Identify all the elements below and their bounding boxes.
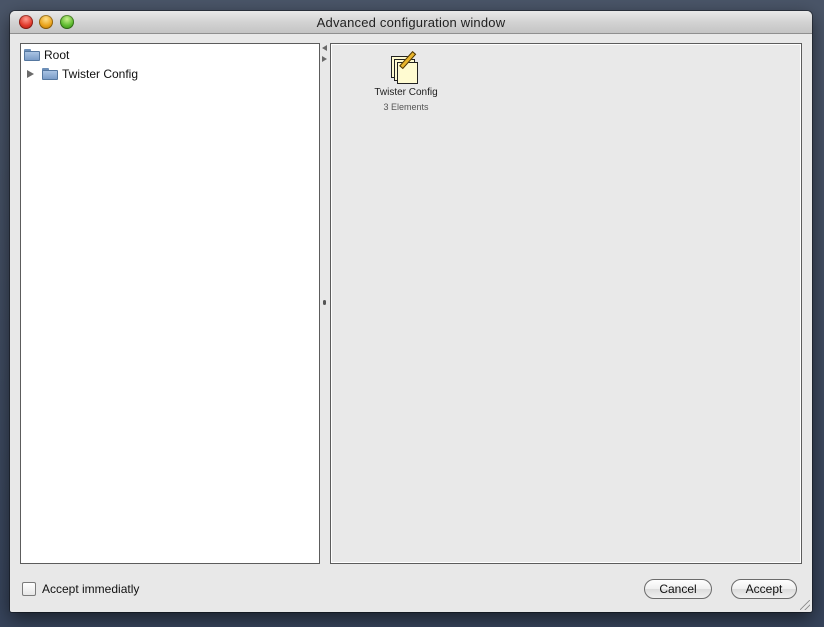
collapse-left-arrow-icon[interactable] bbox=[322, 45, 327, 51]
content-item-label: Twister Config bbox=[374, 87, 438, 98]
tree-item-label: Twister Config bbox=[62, 67, 139, 81]
title-bar[interactable]: Advanced configuration window bbox=[10, 11, 812, 34]
footer: Accept immediatly Cancel Accept bbox=[10, 567, 812, 612]
split-pane-divider[interactable] bbox=[320, 43, 330, 564]
divider-grip-icon[interactable] bbox=[323, 300, 326, 305]
cancel-button[interactable]: Cancel bbox=[644, 579, 712, 599]
window-title: Advanced configuration window bbox=[316, 15, 506, 30]
folder-icon bbox=[42, 68, 58, 80]
notes-pencil-icon bbox=[389, 50, 423, 84]
folder-icon bbox=[24, 49, 40, 61]
content-panel[interactable]: Twister Config 3 Elements bbox=[330, 43, 802, 564]
resize-grip-icon[interactable] bbox=[800, 600, 810, 610]
desktop: Advanced configuration window Root Twist… bbox=[0, 0, 824, 627]
disclosure-triangle-icon[interactable] bbox=[27, 70, 34, 78]
accept-immediately-label: Accept immediatly bbox=[42, 582, 140, 596]
accept-immediately-option[interactable]: Accept immediatly bbox=[22, 582, 139, 596]
tree-item-root[interactable]: Root bbox=[24, 46, 69, 64]
content-item-twister-config[interactable]: Twister Config 3 Elements bbox=[369, 50, 443, 112]
collapse-right-arrow-icon[interactable] bbox=[322, 56, 327, 62]
advanced-config-window: Advanced configuration window Root Twist… bbox=[10, 11, 812, 612]
tree-item-label: Root bbox=[44, 48, 70, 62]
tree-item-twister-config[interactable]: Twister Config bbox=[27, 65, 138, 83]
tree-panel[interactable]: Root Twister Config bbox=[20, 43, 320, 564]
accept-button[interactable]: Accept bbox=[731, 579, 797, 599]
accept-immediately-checkbox[interactable] bbox=[22, 582, 36, 596]
content-item-count: 3 Elements bbox=[383, 102, 429, 112]
